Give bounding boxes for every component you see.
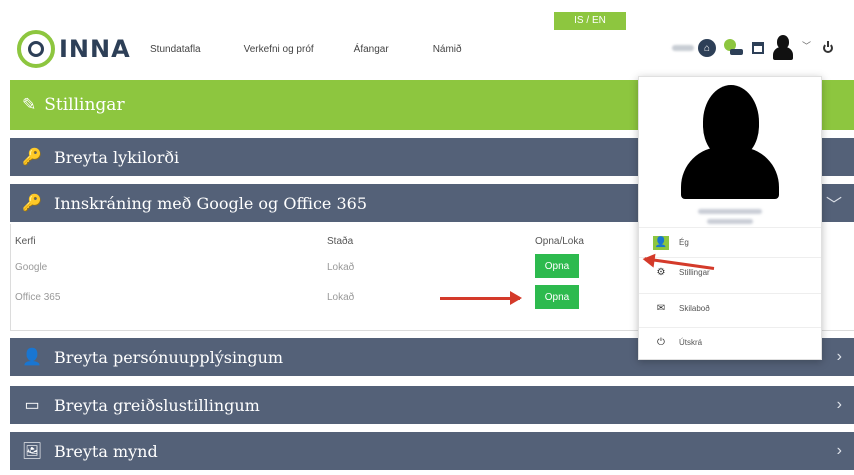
logo-mark-icon	[17, 30, 55, 68]
row-office-system: Office 365	[15, 292, 61, 303]
calendar-icon[interactable]	[752, 42, 764, 54]
key-icon: 🔑	[22, 195, 42, 212]
open-office-button[interactable]: Opna	[535, 285, 579, 309]
user-dropdown-menu: 👤 Ég ⚙ Stillingar ✉ Skilaboð ⏻ Útskrá	[638, 76, 822, 360]
column-header-opna-loka: Opna/Loka	[535, 236, 584, 247]
main-nav: Stundatafla Verkefni og próf Áfangar Nám…	[150, 44, 502, 55]
dropdown-item-label: Skilaboð	[679, 304, 710, 313]
top-header: IS / EN INNA Stundatafla Verkefni og pró…	[0, 0, 854, 78]
column-header-stada: Staða	[327, 236, 354, 247]
chevron-right-icon[interactable]: ›	[837, 396, 842, 414]
chevron-right-icon[interactable]: ›	[837, 348, 842, 366]
power-icon: ⏻	[657, 337, 665, 348]
nav-namid[interactable]: Námið	[433, 44, 462, 55]
panel-label: Breyta lykilorði	[54, 147, 180, 167]
panel-label: Breyta mynd	[54, 441, 158, 461]
pencil-leaf-icon: ✎	[22, 95, 37, 114]
dropdown-item-label: Ég	[679, 238, 689, 247]
avatar	[681, 85, 779, 199]
home-icon[interactable]: ⌂	[698, 39, 716, 57]
dropdown-item-skilabod[interactable]: ✉ Skilaboð	[639, 293, 821, 323]
app-root: IS / EN INNA Stundatafla Verkefni og pró…	[0, 0, 854, 475]
chevron-right-icon[interactable]: ›	[837, 442, 842, 460]
row-office-status: Lokað	[327, 292, 355, 303]
nav-verkefni-og-prof[interactable]: Verkefni og próf	[244, 44, 314, 55]
panel-label: Breyta persónuupplýsingum	[54, 347, 284, 367]
credit-card-icon: ▭	[24, 397, 40, 414]
dropdown-item-label: Útskrá	[679, 338, 703, 347]
user-icon[interactable]	[772, 35, 794, 61]
blurred-id	[707, 219, 753, 224]
header-icons: ⌂ ﹀	[672, 34, 834, 62]
annotation-arrow-office	[440, 291, 522, 305]
dropdown-item-label: Stillingar	[679, 268, 710, 277]
blurred-username	[672, 45, 694, 51]
column-header-kerfi: Kerfi	[15, 236, 36, 247]
picture-icon: 🖼	[21, 443, 43, 460]
messages-icon[interactable]	[724, 39, 744, 57]
row-google-system: Google	[15, 262, 48, 273]
settings-title: Stillingar	[44, 95, 125, 115]
panel-change-picture[interactable]: 🖼 Breyta mynd ›	[10, 432, 854, 470]
nav-afangar[interactable]: Áfangar	[354, 44, 389, 55]
dropdown-item-utskra[interactable]: ⏻ Útskrá	[639, 327, 821, 357]
language-toggle[interactable]: IS / EN	[554, 12, 626, 30]
nav-stundatafla[interactable]: Stundatafla	[150, 44, 201, 55]
panel-label: Breyta greiðslustillingum	[54, 395, 260, 415]
person-icon: 👤	[653, 235, 669, 250]
gear-icon: ⚙	[656, 267, 666, 278]
chevron-down-icon[interactable]: ﹀	[802, 39, 811, 52]
dropdown-item-eg[interactable]: 👤 Ég	[639, 227, 821, 257]
key-icon: 🔑	[22, 149, 42, 166]
panel-label: Innskráning með Google og Office 365	[54, 193, 368, 213]
envelope-icon: ✉	[656, 303, 666, 314]
row-google-status: Lokað	[327, 262, 355, 273]
power-icon[interactable]	[823, 41, 834, 53]
person-icon: 👤	[22, 349, 42, 366]
open-google-button[interactable]: Opna	[535, 254, 579, 278]
inna-logo[interactable]: INNA	[17, 30, 131, 68]
panel-payment-settings[interactable]: ▭ Breyta greiðslustillingum ›	[10, 386, 854, 424]
logo-text: INNA	[59, 35, 131, 63]
blurred-name	[698, 209, 762, 214]
chevron-down-icon[interactable]: ﹀	[826, 191, 842, 215]
